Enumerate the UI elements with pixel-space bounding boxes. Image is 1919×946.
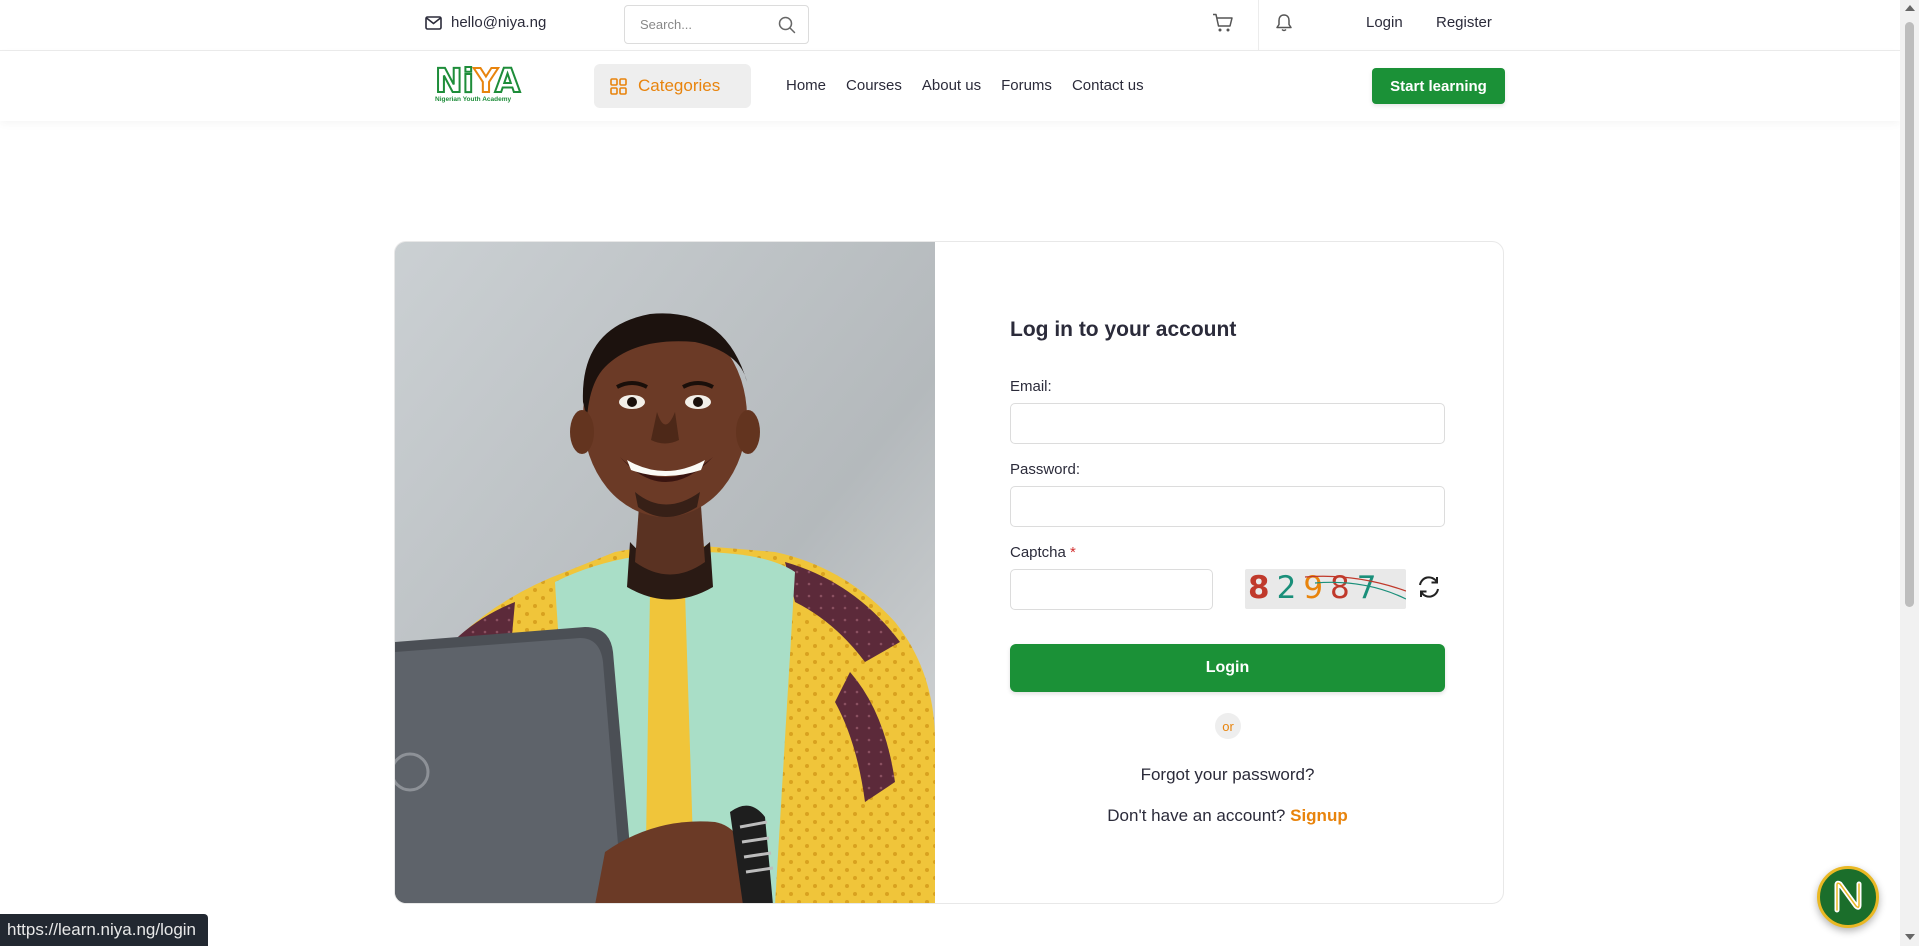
scroll-thumb[interactable] xyxy=(1905,22,1914,607)
login-button[interactable]: Login xyxy=(1010,644,1445,692)
refresh-captcha-icon[interactable] xyxy=(1416,574,1442,600)
email-field[interactable] xyxy=(1010,403,1445,444)
student-illustration xyxy=(395,242,935,903)
categories-button[interactable]: Categories xyxy=(594,64,751,108)
password-field[interactable] xyxy=(1010,486,1445,527)
niya-n-icon xyxy=(1834,880,1862,913)
nav-contact-us[interactable]: Contact us xyxy=(1072,77,1144,94)
categories-label: Categories xyxy=(638,76,721,95)
nav-courses[interactable]: Courses xyxy=(846,77,902,94)
cart-icon[interactable] xyxy=(1212,13,1234,33)
captcha-input[interactable] xyxy=(1010,569,1213,610)
page-scrollbar[interactable] xyxy=(1900,0,1919,946)
form-title: Log in to your account xyxy=(1010,318,1237,341)
captcha-label: Captcha * xyxy=(1010,544,1076,561)
register-link[interactable]: Register xyxy=(1436,14,1492,31)
required-mark: * xyxy=(1070,544,1076,561)
search-box xyxy=(624,5,809,44)
divider xyxy=(1258,0,1259,50)
scroll-down-arrow-icon[interactable] xyxy=(1905,934,1915,940)
hero-photo xyxy=(395,242,935,903)
chat-widget-button[interactable] xyxy=(1817,866,1879,928)
password-label: Password: xyxy=(1010,461,1081,478)
start-learning-button[interactable]: Start learning xyxy=(1372,68,1505,104)
captcha-label-text: Captcha xyxy=(1010,544,1066,561)
search-icon[interactable] xyxy=(778,16,796,34)
logo-wordmark: NiYA xyxy=(434,61,521,100)
search-input[interactable] xyxy=(640,17,770,32)
signup-link[interactable]: Signup xyxy=(1290,806,1348,825)
forgot-password-link[interactable]: Forgot your password? xyxy=(1010,765,1445,785)
contact-email-text: hello@niya.ng xyxy=(451,14,547,31)
site-logo[interactable]: NiYA Nigerian Youth Academy xyxy=(434,61,525,108)
or-divider: or xyxy=(1215,713,1241,739)
captcha-noise xyxy=(1304,575,1406,600)
login-link[interactable]: Login xyxy=(1366,14,1403,31)
nav-forums[interactable]: Forums xyxy=(1001,77,1052,94)
contact-email[interactable]: hello@niya.ng xyxy=(425,14,546,31)
grid-icon xyxy=(610,77,627,95)
login-card: Log in to your account Email: Password: … xyxy=(394,241,1504,904)
scroll-up-arrow-icon[interactable] xyxy=(1905,5,1915,11)
bell-icon[interactable] xyxy=(1275,13,1293,33)
email-label: Email: xyxy=(1010,378,1052,395)
no-account-text: Don't have an account? xyxy=(1107,806,1286,825)
status-bar-url: https://learn.niya.ng/login xyxy=(0,914,209,946)
nav-links: Home Courses About us Forums Contact us xyxy=(786,77,1144,94)
captcha-image: 82987 xyxy=(1245,569,1406,609)
mail-icon xyxy=(425,15,442,30)
top-bar: hello@niya.ng Login Register xyxy=(0,0,1900,51)
nav-home[interactable]: Home xyxy=(786,77,826,94)
signup-prompt: Don't have an account? Signup xyxy=(1010,806,1445,826)
main-navbar: NiYA Nigerian Youth Academy Categories H… xyxy=(0,51,1900,121)
nav-about-us[interactable]: About us xyxy=(922,77,981,94)
